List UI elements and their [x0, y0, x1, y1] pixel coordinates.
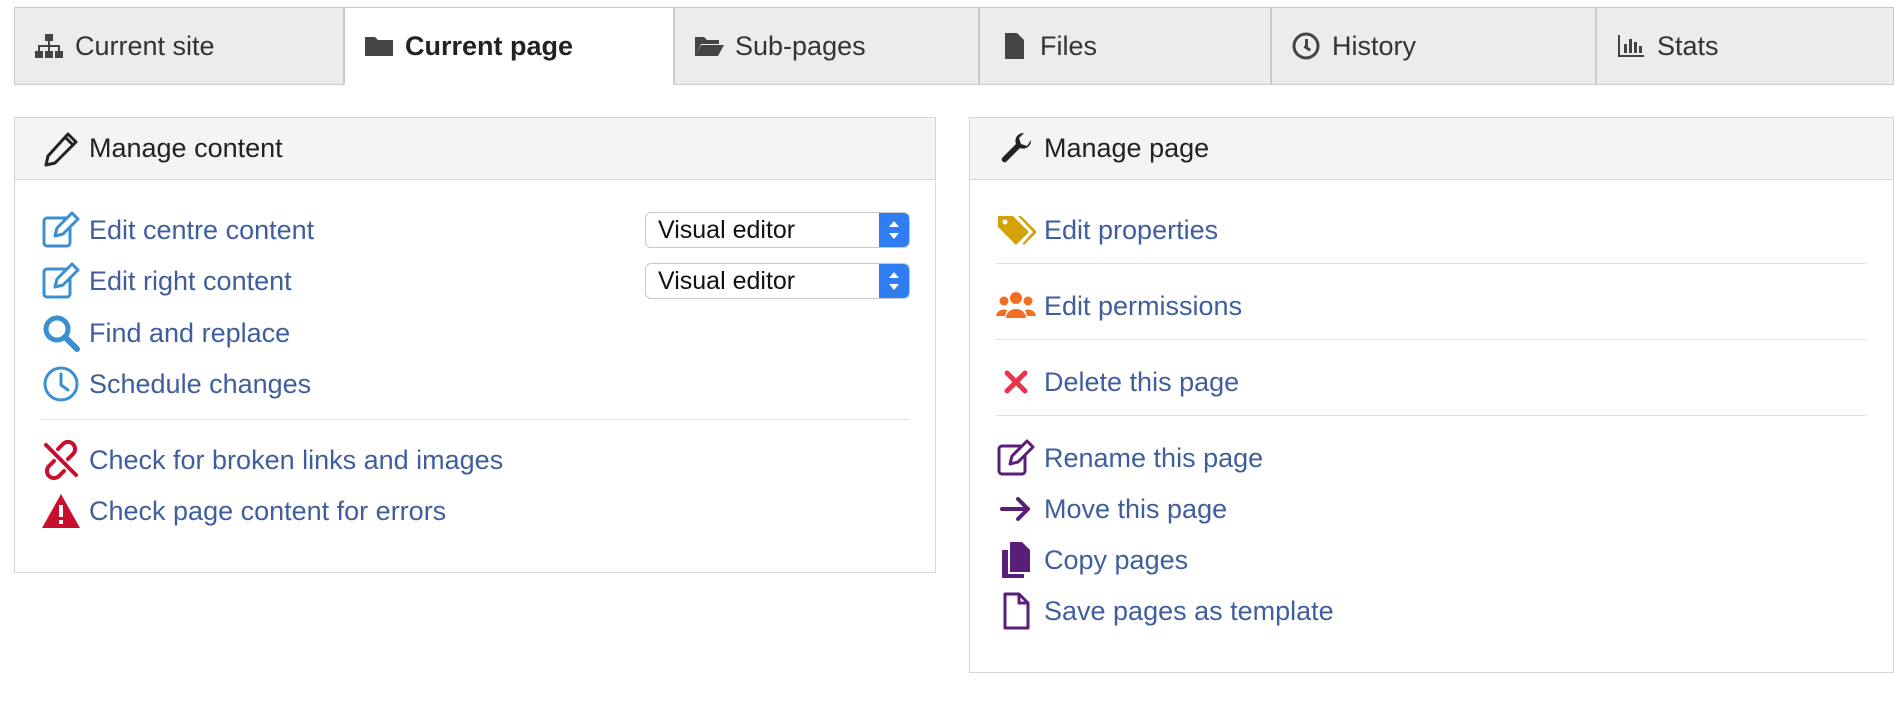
divider [996, 339, 1866, 340]
schedule-changes-link[interactable]: Schedule changes [41, 362, 311, 406]
edit-properties-link[interactable]: Edit properties [996, 208, 1218, 252]
move-page-link[interactable]: Move this page [996, 487, 1227, 531]
link-label: Move this page [1044, 493, 1228, 524]
edit-right-content-link[interactable]: Edit right content [41, 259, 292, 303]
rename-page-link[interactable]: Rename this page [996, 436, 1263, 480]
right-editor-select[interactable]: Visual editor [645, 263, 910, 299]
divider [41, 419, 909, 420]
link-label: Edit right content [89, 265, 292, 296]
link-label: Delete this page [1044, 366, 1240, 397]
panel-title: Manage content [89, 133, 283, 163]
panel-title: Manage page [1044, 133, 1210, 163]
wrench-icon [1001, 132, 1032, 162]
link-label: Edit properties [1044, 214, 1219, 245]
tab-label: Current page [405, 30, 574, 61]
tab-label: Stats [1657, 30, 1719, 61]
folder-open-icon [695, 37, 724, 56]
warning-icon [42, 494, 80, 528]
bar-chart-icon [1618, 35, 1644, 57]
select-value: Visual editor [658, 266, 796, 295]
select-arrow-icon [879, 264, 909, 298]
panel-header: Manage page [970, 118, 1893, 180]
centre-editor-select[interactable]: Visual editor [645, 212, 910, 248]
link-label: Copy pages [1044, 544, 1189, 575]
divider [996, 263, 1866, 264]
folder-icon [365, 37, 393, 56]
sitemap-icon [35, 34, 63, 58]
select-value: Visual editor [658, 215, 796, 244]
link-label: Edit permissions [1044, 290, 1243, 321]
tab-current-site[interactable]: Current site [14, 7, 344, 85]
tab-label: Current site [75, 30, 215, 61]
users-icon [996, 292, 1036, 318]
tab-history[interactable]: History [1271, 7, 1596, 85]
link-label: Edit centre content [89, 214, 315, 245]
tab-bar: Current site Current page Sub-pages File… [14, 7, 1894, 85]
manage-content-panel: Manage content Edit centre content Visua… [14, 117, 936, 573]
tab-stats[interactable]: Stats [1596, 7, 1894, 85]
copy-pages-link[interactable]: Copy pages [996, 538, 1188, 582]
edit-icon [997, 439, 1035, 476]
link-label: Rename this page [1044, 442, 1264, 473]
find-and-replace-link[interactable]: Find and replace [41, 311, 290, 355]
edit-centre-content-link[interactable]: Edit centre content [41, 208, 314, 252]
edit-permissions-link[interactable]: Edit permissions [996, 284, 1242, 328]
link-label: Check page content for errors [89, 495, 447, 526]
link-label: Schedule changes [89, 368, 312, 399]
select-arrow-icon [879, 213, 909, 247]
manage-page-panel: Manage page Edit properties Edit permiss… [969, 117, 1894, 673]
divider [996, 415, 1866, 416]
clock-icon [43, 366, 79, 402]
tab-current-page[interactable]: Current page [344, 7, 674, 85]
save-template-link[interactable]: Save pages as template [996, 589, 1334, 633]
check-broken-links-link[interactable]: Check for broken links and images [41, 438, 503, 482]
file-outline-icon [1003, 592, 1030, 630]
tab-label: Sub-pages [735, 30, 866, 61]
check-page-errors-link[interactable]: Check page content for errors [41, 489, 446, 533]
edit-icon [42, 211, 80, 248]
file-icon [1005, 33, 1024, 59]
tags-icon [998, 216, 1036, 245]
panel-header: Manage content [15, 118, 935, 180]
tab-label: Files [1040, 30, 1098, 61]
search-icon [43, 315, 80, 352]
arrow-right-icon [1000, 497, 1030, 521]
tab-files[interactable]: Files [979, 7, 1271, 85]
link-label: Find and replace [89, 317, 291, 348]
tab-sub-pages[interactable]: Sub-pages [674, 7, 979, 85]
link-label: Check for broken links and images [89, 444, 504, 475]
unlink-icon [44, 440, 78, 480]
link-label: Save pages as template [1044, 595, 1334, 626]
close-icon [1004, 370, 1028, 394]
pencil-icon [44, 132, 78, 166]
tab-label: History [1332, 30, 1417, 61]
copy-icon [1002, 542, 1030, 578]
delete-page-link[interactable]: Delete this page [996, 360, 1239, 404]
clock-icon [1292, 32, 1320, 60]
edit-icon [42, 262, 80, 299]
